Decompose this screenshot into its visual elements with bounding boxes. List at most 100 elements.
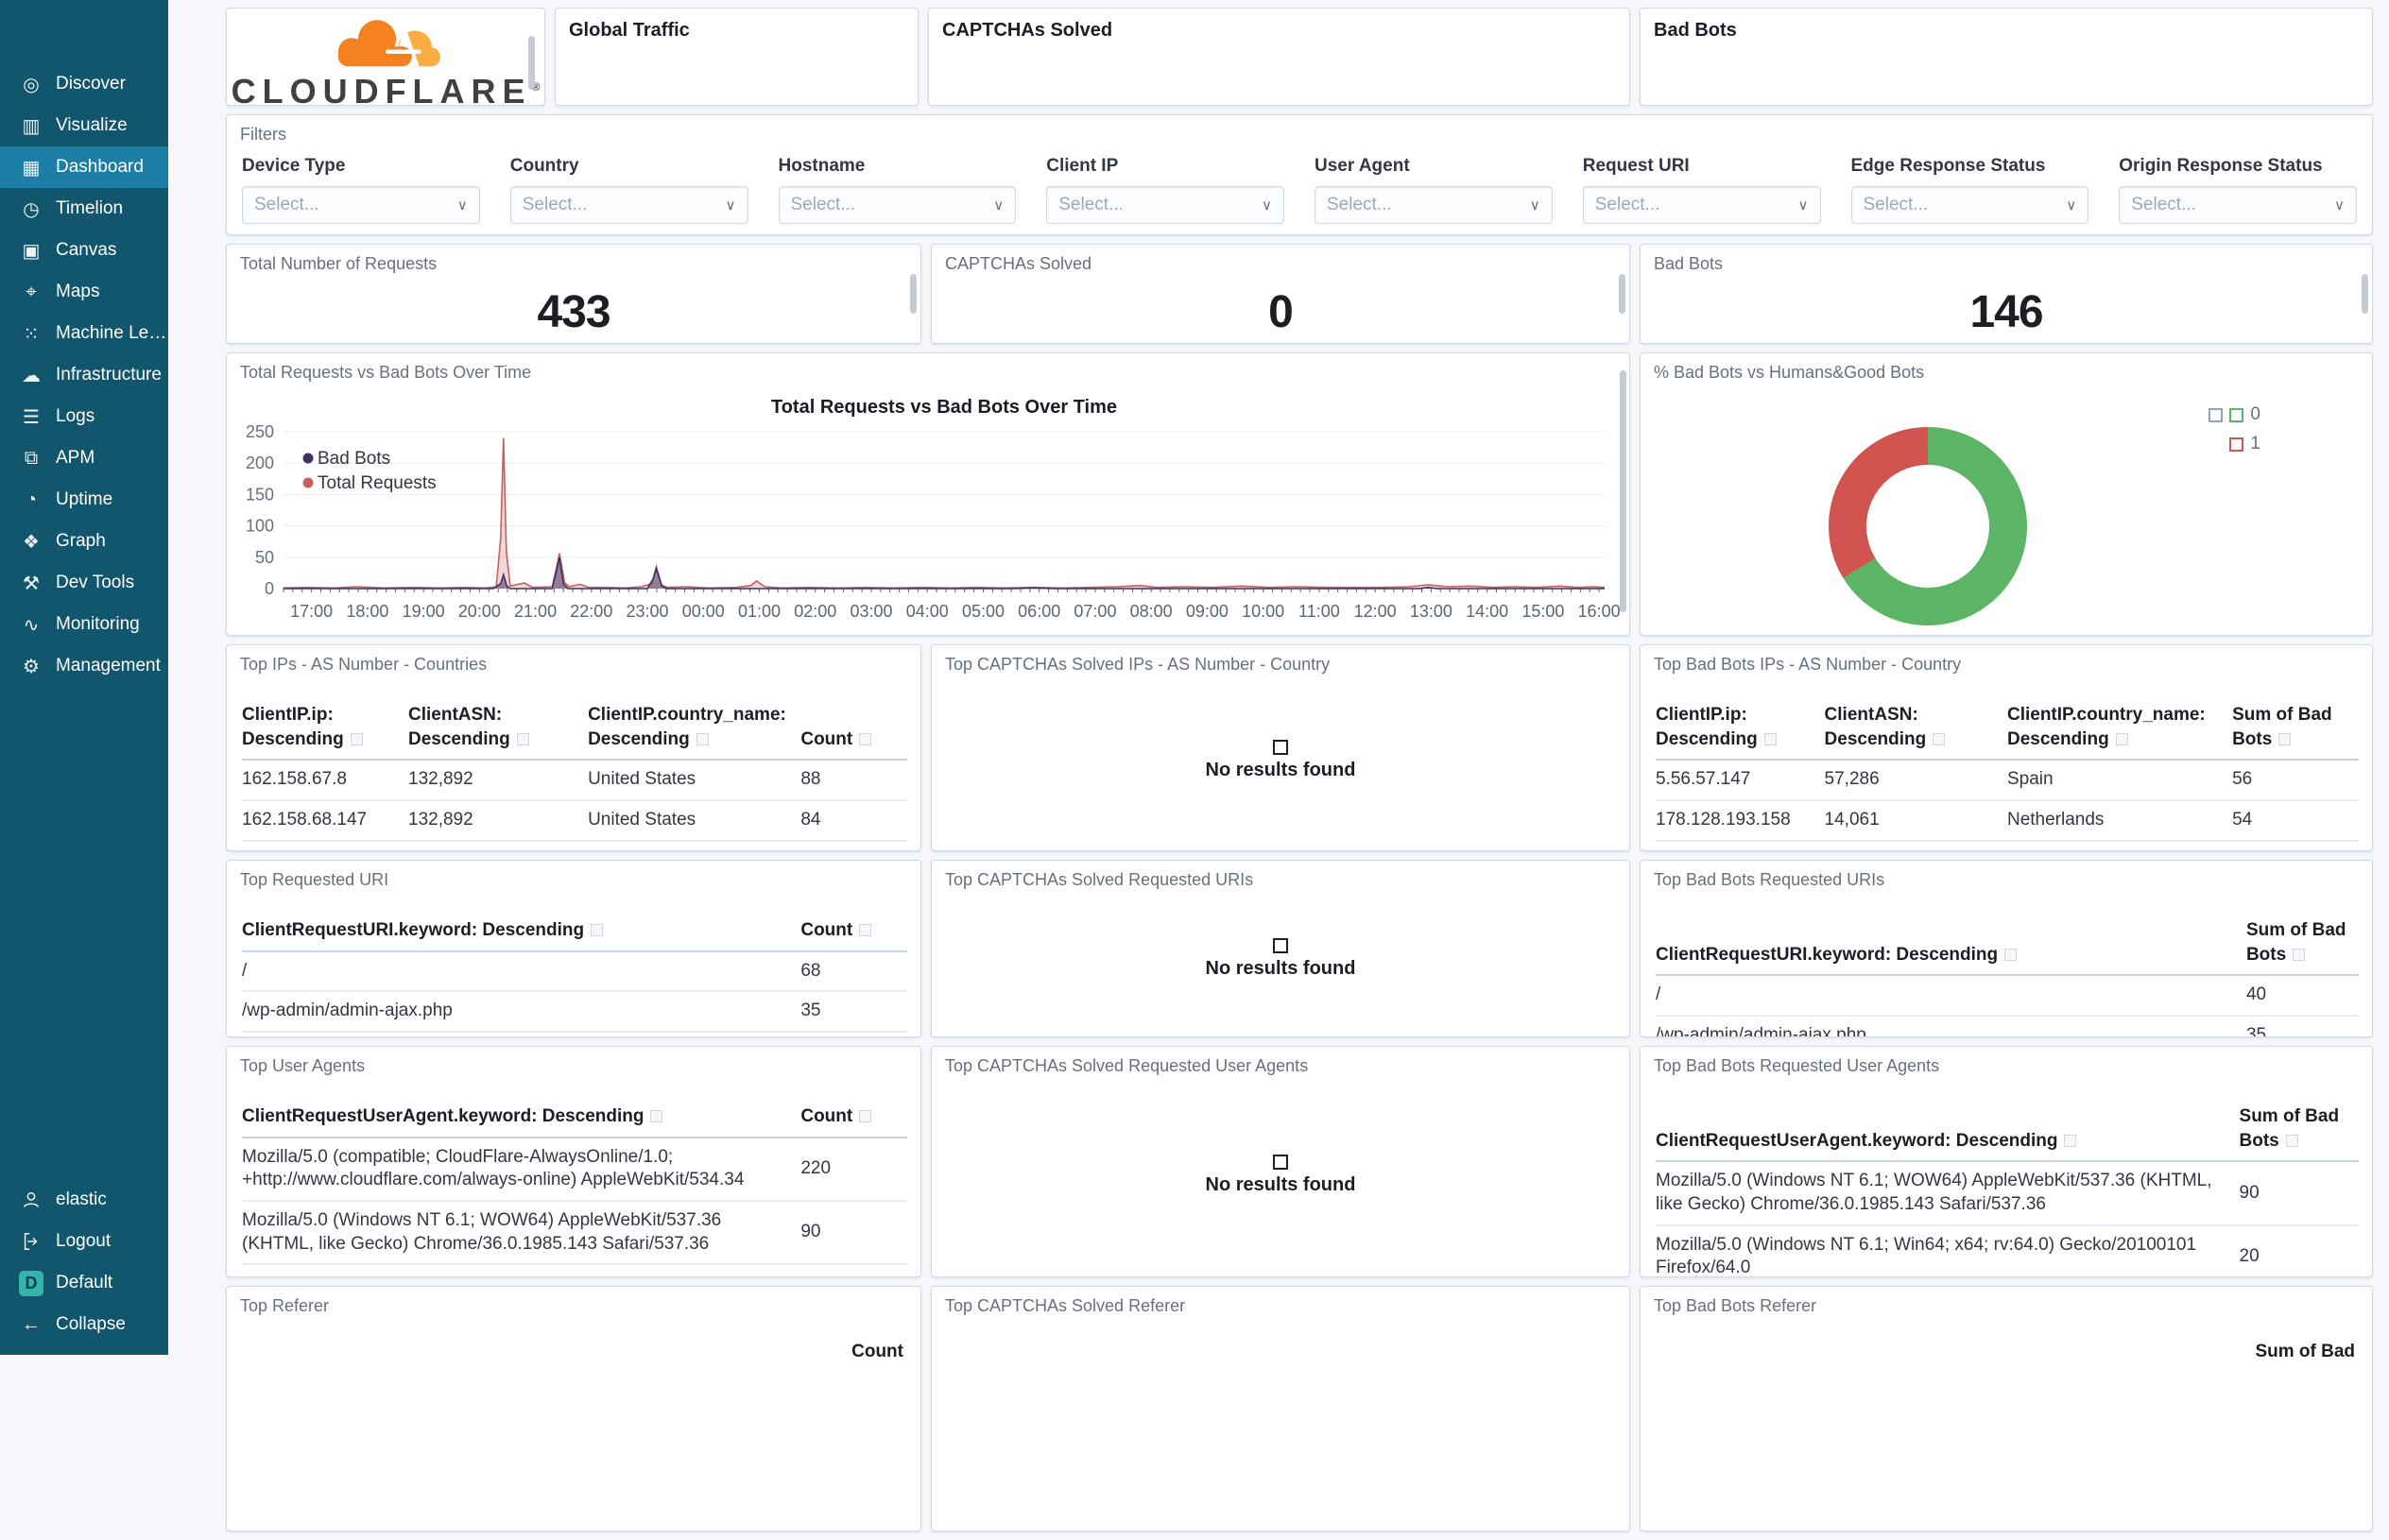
sidebar-item-label: APM <box>56 448 95 468</box>
column-header-text: ClientIP.country_name: Descending <box>2006 705 2206 749</box>
device-type-select[interactable]: Select... ∨ <box>242 186 480 224</box>
svg-text:12:00: 12:00 <box>1354 602 1397 621</box>
top-badbot-ips-panel: Top Bad Bots IPs - AS Number - Country C… <box>1640 644 2373 851</box>
sidebar-item-maps[interactable]: ⌖ Maps <box>0 271 168 313</box>
sort-icon[interactable] <box>516 732 529 745</box>
sidebar-item-default-space[interactable]: D Default <box>0 1262 168 1304</box>
column-header[interactable]: ClientRequestUserAgent.keyword: Descendi… <box>1656 1101 2240 1163</box>
sidebar-item-canvas[interactable]: ▣ Canvas <box>0 230 168 271</box>
sidebar-item-elastic-user[interactable]: elastic <box>0 1179 168 1221</box>
sort-icon[interactable] <box>1933 732 1946 745</box>
column-header[interactable]: Count <box>800 699 907 761</box>
column-header[interactable]: ClientASN: Descending <box>1824 699 2007 761</box>
user-agent-select[interactable]: Select... ∨ <box>1315 186 1553 224</box>
legend-item[interactable]: 1 <box>2209 434 2260 454</box>
sidebar-item-logout[interactable]: Logout <box>0 1221 168 1262</box>
client-ip-select[interactable]: Select... ∨ <box>1046 186 1284 224</box>
column-header[interactable]: Sum of Bad <box>2255 1342 2355 1362</box>
sidebar-item-label: Logout <box>56 1231 112 1251</box>
sidebar-item-dashboard[interactable]: ▦ Dashboard <box>0 146 168 188</box>
filters-panel: Filters Device Type Select... ∨ Country Sele… <box>226 114 2373 235</box>
legend-swatch-red[interactable] <box>2229 436 2244 452</box>
sidebar-item-visualize[interactable]: ▥ Visualize <box>0 105 168 146</box>
request-uri-select[interactable]: Select... ∨ <box>1582 186 1821 224</box>
sidebar-item-machine-learning[interactable]: ⁙ Machine Le… <box>0 313 168 354</box>
column-header[interactable]: Count <box>851 1342 903 1362</box>
column-header-text: ClientIP.country_name: Descending <box>588 705 786 749</box>
top-captcha-uri-panel: Top CAPTCHAs Solved Requested URIs No re… <box>931 860 1630 1037</box>
hostname-select[interactable]: Select... ∨ <box>778 186 1017 224</box>
column-header[interactable]: ClientIP.country_name: Descending <box>2006 699 2233 761</box>
select-placeholder: Select... <box>522 195 588 214</box>
sidebar-item-collapse[interactable]: ← Collapse <box>0 1304 168 1345</box>
sort-icon[interactable] <box>1763 732 1777 745</box>
sidebar-item-management[interactable]: ⚙ Management <box>0 645 168 687</box>
metric-title: Total Number of Requests <box>240 254 438 273</box>
column-header[interactable]: Sum of Bad Bots <box>2232 699 2359 761</box>
select-placeholder: Select... <box>1058 195 1124 214</box>
scrollbar[interactable] <box>528 35 535 90</box>
legend-label[interactable]: 0 <box>2250 404 2260 425</box>
sort-icon[interactable] <box>2115 732 2128 745</box>
sort-icon[interactable] <box>650 1110 663 1122</box>
sidebar-item-monitoring[interactable]: ∿ Monitoring <box>0 604 168 645</box>
column-header[interactable]: ClientIP.ip: Descending <box>242 699 408 761</box>
svg-text:14:00: 14:00 <box>1466 602 1508 621</box>
sidebar-item-discover[interactable]: ◎ Discover <box>0 63 168 105</box>
scrollbar[interactable] <box>1620 369 1626 613</box>
svg-text:21:00: 21:00 <box>514 602 557 621</box>
table-row: 5.56.57.14757,286Spain56 <box>1656 760 2359 801</box>
svg-text:10:00: 10:00 <box>1242 602 1284 621</box>
sort-icon[interactable] <box>696 732 709 745</box>
scrollbar[interactable] <box>2362 274 2368 314</box>
column-header[interactable]: ClientIP.ip: Descending <box>1656 699 1825 761</box>
column-header[interactable]: ClientASN: Descending <box>408 699 589 761</box>
legend-label[interactable]: 1 <box>2250 434 2260 454</box>
sidebar-item-uptime[interactable]: ◔ Uptime <box>0 479 168 521</box>
sort-icon[interactable] <box>350 732 363 745</box>
metric-value: 0 <box>1268 287 1294 337</box>
column-header[interactable]: ClientRequestUserAgent.keyword: Descendi… <box>242 1101 801 1138</box>
svg-text:04:00: 04:00 <box>906 602 949 621</box>
sidebar-item-logs[interactable]: ☰ Logs <box>0 396 168 437</box>
sort-icon[interactable] <box>2293 948 2306 961</box>
legend-toggle-icon[interactable] <box>2209 407 2224 422</box>
column-header[interactable]: Count <box>800 915 907 952</box>
sort-icon[interactable] <box>2064 1134 2077 1147</box>
column-header[interactable]: ClientRequestURI.keyword: Descending <box>1656 915 2246 977</box>
edge-response-status-select[interactable]: Select... ∨ <box>1850 186 2089 224</box>
sort-icon[interactable] <box>859 732 872 745</box>
svg-text:19:00: 19:00 <box>403 602 445 621</box>
sort-icon[interactable] <box>591 924 604 936</box>
table-row: Mozilla/5.0 (Windows NT 6.1; WOW64) Appl… <box>1656 1161 2359 1226</box>
sidebar-item-label: Maps <box>56 282 100 301</box>
select-placeholder: Select... <box>1594 195 1660 214</box>
sort-icon[interactable] <box>859 924 872 936</box>
sidebar-item-apm[interactable]: ⧉ APM <box>0 437 168 479</box>
sort-icon[interactable] <box>2285 1134 2298 1147</box>
table-cell: 5.56.57.147 <box>242 840 408 850</box>
origin-response-status-select[interactable]: Select... ∨ <box>2119 186 2357 224</box>
column-header[interactable]: ClientRequestURI.keyword: Descending <box>242 915 801 952</box>
legend-swatch-green[interactable] <box>2229 407 2244 422</box>
sort-icon[interactable] <box>859 1110 872 1122</box>
country-select[interactable]: Select... ∨ <box>509 186 748 224</box>
column-header[interactable]: Count <box>800 1101 907 1138</box>
table-cell: 68 <box>800 950 907 993</box>
legend-item[interactable]: 0 <box>2209 404 2260 425</box>
table-cell: 88 <box>800 760 907 801</box>
infrastructure-icon: ☁ <box>22 365 41 386</box>
sidebar-item-timelion[interactable]: ◷ Timelion <box>0 188 168 230</box>
column-header[interactable]: ClientIP.country_name: Descending <box>588 699 801 761</box>
column-header[interactable]: Sum of Bad Bots <box>2239 1101 2359 1163</box>
sidebar-item-graph[interactable]: ❖ Graph <box>0 521 168 562</box>
sort-icon[interactable] <box>2278 732 2292 745</box>
sidebar-item-dev-tools[interactable]: ⚒ Dev Tools <box>0 562 168 604</box>
sidebar-item-infrastructure[interactable]: ☁ Infrastructure <box>0 354 168 396</box>
scrollbar[interactable] <box>910 274 917 314</box>
column-header[interactable]: Sum of Bad Bots <box>2245 915 2359 977</box>
scrollbar[interactable] <box>1619 274 1625 314</box>
dev-tools-icon: ⚒ <box>23 573 40 594</box>
chevron-down-icon: ∨ <box>725 197 736 214</box>
sort-icon[interactable] <box>2004 948 2018 961</box>
